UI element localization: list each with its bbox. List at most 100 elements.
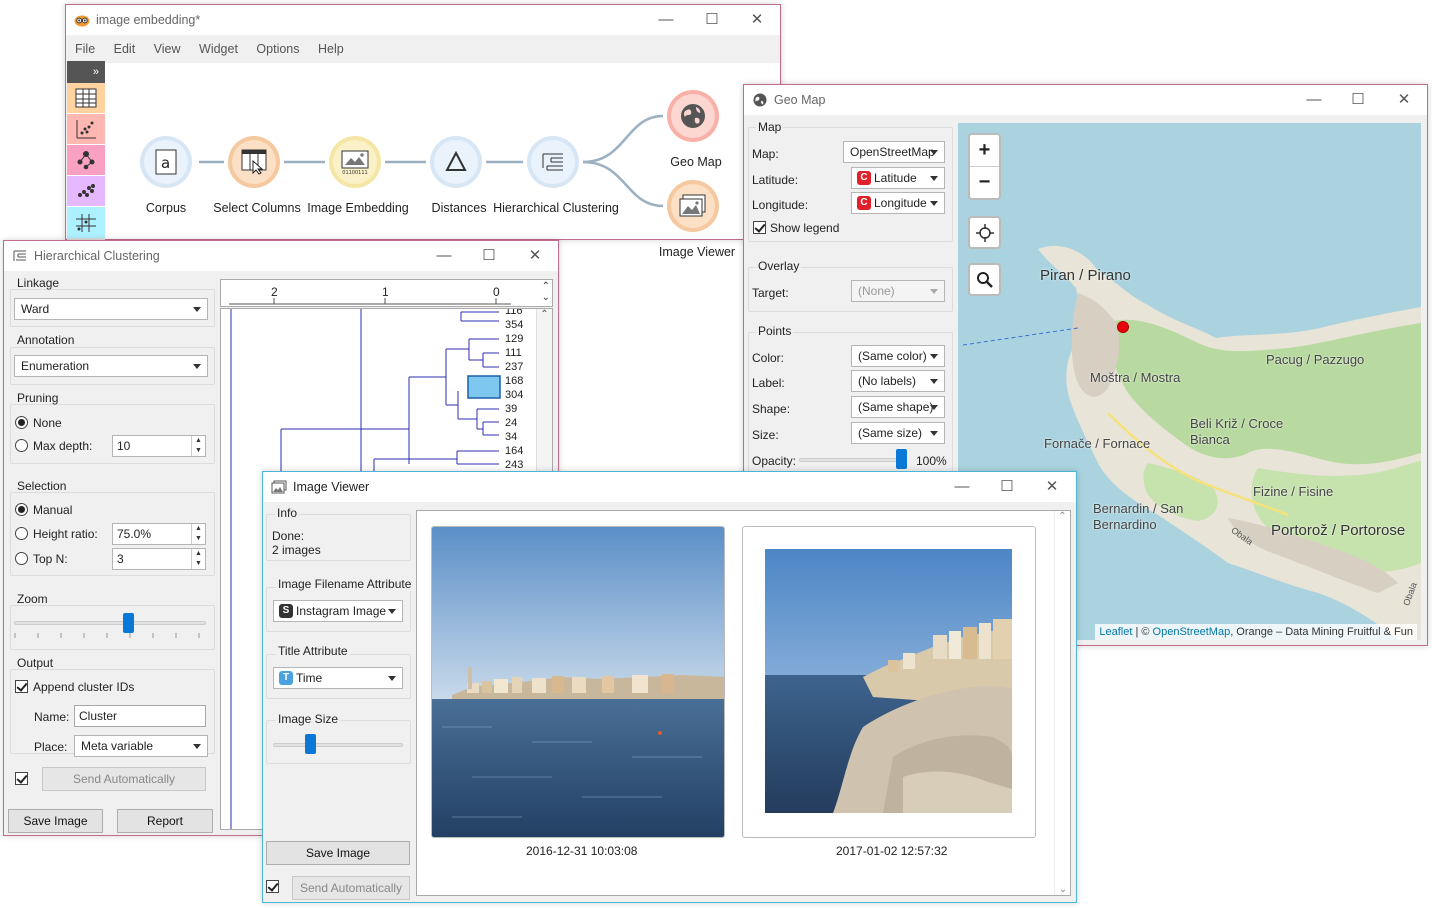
color-select[interactable]: (Same color): [851, 345, 945, 367]
maximize-button[interactable]: ☐: [479, 247, 499, 265]
node-select-columns[interactable]: [228, 136, 280, 188]
image-size-group: [266, 720, 411, 764]
scroll-up-icon[interactable]: ⌃: [537, 309, 552, 320]
hierarchical-clustering-icon: [531, 140, 575, 184]
cluster-name-input[interactable]: Cluster: [74, 705, 206, 727]
filename-attribute-select[interactable]: S Instagram Image: [273, 600, 403, 622]
target-select[interactable]: (None): [851, 280, 945, 302]
canvas-window: image embedding* — ☐ ✕ File Edit View Wi…: [65, 4, 781, 259]
selection-manual-radio[interactable]: [15, 503, 28, 516]
topn-spinbox[interactable]: 3 ▲ ▼: [112, 548, 206, 570]
opacity-slider-track[interactable]: [799, 458, 907, 462]
place-label: Place:: [34, 740, 68, 754]
close-button[interactable]: ✕: [525, 247, 545, 265]
close-button[interactable]: ✕: [1042, 478, 1062, 496]
selection-group-title: Selection: [17, 479, 67, 493]
place-select[interactable]: Meta variable: [74, 735, 208, 757]
zoom-slider-track[interactable]: [14, 621, 206, 625]
image-embedding-icon: 01100111: [333, 140, 377, 184]
selection-height-label: Height ratio:: [33, 527, 98, 541]
leaf-label: 116: [505, 308, 523, 317]
image-size-slider-track[interactable]: [273, 743, 403, 747]
place-label: Piran / Pirano: [1040, 267, 1131, 284]
size-select[interactable]: (Same size): [851, 422, 945, 444]
send-automatically-button[interactable]: Send Automatically: [42, 767, 206, 791]
search-icon: [976, 271, 993, 288]
node-image-viewer[interactable]: [667, 180, 719, 232]
shape-select[interactable]: (Same shape): [851, 396, 945, 418]
minimize-button[interactable]: —: [1304, 91, 1324, 109]
pruning-maxdepth-radio[interactable]: [15, 439, 28, 452]
send-automatically-checkbox[interactable]: [15, 772, 28, 785]
height-ratio-spinbox[interactable]: 75.0% ▲ ▼: [112, 523, 206, 545]
osm-link[interactable]: OpenStreetMap: [1153, 626, 1231, 638]
maximize-button[interactable]: ☐: [1348, 91, 1368, 109]
search-button[interactable]: [968, 263, 1001, 296]
label-select[interactable]: (No labels): [851, 370, 945, 392]
leaflet-link[interactable]: Leaflet: [1099, 626, 1132, 638]
geomap-title: Geo Map: [774, 93, 826, 107]
save-image-button[interactable]: Save Image: [8, 809, 103, 833]
zoom-in-button[interactable]: +: [970, 135, 999, 167]
save-image-button[interactable]: Save Image: [266, 841, 410, 865]
close-button[interactable]: ✕: [1394, 91, 1414, 109]
image-gallery[interactable]: ⌃ ⌄ 2016-12-31 10:03:08 2017-01-02 12:57…: [416, 510, 1071, 896]
maximize-button[interactable]: ☐: [997, 478, 1017, 496]
node-label-distances: Distances: [431, 201, 487, 215]
send-automatically-checkbox[interactable]: [266, 880, 279, 893]
maxdepth-spinbox[interactable]: 10 ▲ ▼: [112, 435, 206, 457]
minimize-button[interactable]: —: [952, 478, 972, 496]
node-image-embedding[interactable]: 01100111: [329, 136, 381, 188]
node-label-corpus: Corpus: [145, 201, 187, 215]
node-corpus[interactable]: a: [140, 136, 192, 188]
geo-map-icon: [671, 94, 715, 138]
topn-value: 3: [117, 552, 124, 566]
image-size-slider-handle[interactable]: [305, 734, 317, 754]
scroll-up-arrow[interactable]: ⌃ ⌄: [542, 281, 550, 303]
info-count: 2 images: [272, 543, 321, 557]
zoom-group: [10, 605, 215, 650]
zoom-slider-handle[interactable]: [122, 613, 134, 633]
shape-value: (Same shape): [858, 400, 934, 414]
data-point-marker[interactable]: [1117, 321, 1129, 333]
send-automatically-button[interactable]: Send Automatically: [292, 876, 410, 900]
longitude-select[interactable]: C Longitude: [851, 192, 945, 214]
leaf-label: 24: [505, 417, 518, 429]
annotation-value: Enumeration: [21, 359, 90, 373]
zoom-out-button[interactable]: −: [970, 167, 999, 198]
node-hierarchical-clustering[interactable]: [527, 136, 579, 188]
locate-button[interactable]: [968, 216, 1001, 249]
opacity-slider-handle[interactable]: [896, 449, 907, 469]
size-label: Size:: [752, 428, 779, 442]
linkage-select[interactable]: Ward: [14, 298, 208, 320]
annotation-select[interactable]: Enumeration: [14, 355, 208, 377]
longitude-label: Longitude:: [752, 198, 809, 212]
title-attribute-group-title: Title Attribute: [276, 644, 350, 658]
distances-icon: [434, 140, 478, 184]
selection-topn-radio[interactable]: [15, 552, 28, 565]
leaf-label: 237: [505, 361, 524, 373]
image-item[interactable]: [742, 526, 1036, 838]
gallery-scrollbar[interactable]: ⌃ ⌄: [1054, 511, 1070, 895]
linkage-group-title: Linkage: [17, 276, 60, 290]
pruning-maxdepth-label: Max depth:: [33, 439, 93, 453]
title-attribute-select[interactable]: T Time: [273, 667, 403, 689]
node-distances[interactable]: [430, 136, 482, 188]
pruning-none-radio[interactable]: [15, 416, 28, 429]
points-group-title: Points: [756, 324, 794, 338]
node-geo-map[interactable]: [667, 90, 719, 142]
append-cluster-ids-checkbox[interactable]: [15, 680, 28, 693]
map-label: Map:: [752, 147, 779, 161]
opacity-value: 100%: [916, 454, 947, 468]
latitude-select[interactable]: C Latitude: [851, 167, 945, 189]
minimize-button[interactable]: —: [434, 247, 454, 265]
map-provider-select[interactable]: OpenStreetMap: [843, 141, 945, 163]
scroll-up-icon[interactable]: ⌃: [1055, 511, 1070, 522]
image-item[interactable]: [431, 526, 725, 838]
leaf-label: 243: [505, 459, 524, 471]
leaf-label: 354: [505, 319, 524, 331]
selection-height-radio[interactable]: [15, 527, 28, 540]
report-button[interactable]: Report: [117, 809, 213, 833]
show-legend-checkbox[interactable]: [753, 221, 766, 234]
scroll-down-icon[interactable]: ⌄: [1055, 884, 1071, 895]
